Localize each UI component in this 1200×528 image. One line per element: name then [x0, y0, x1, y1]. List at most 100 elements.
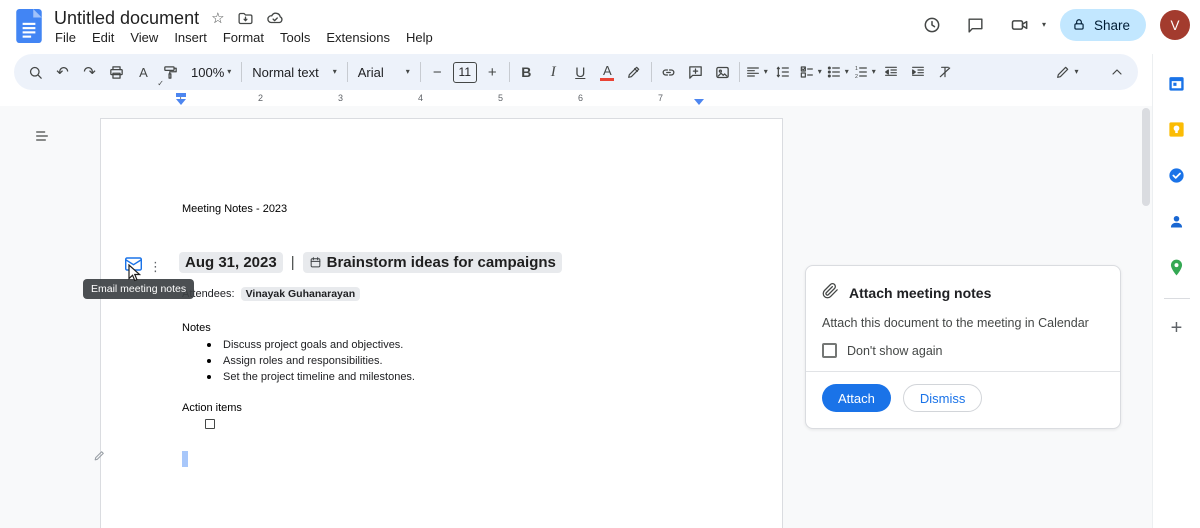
keep-app-icon[interactable]	[1157, 106, 1197, 152]
document-title[interactable]: Untitled document	[54, 8, 199, 29]
increase-font-size-button[interactable]: +	[479, 59, 506, 86]
action-items-heading: Action items	[182, 401, 242, 415]
text-color-button[interactable]: A	[594, 59, 621, 86]
document-page[interactable]: Meeting Notes - 2023 ⋮ Aug 31, 2023 | Br…	[100, 118, 783, 528]
left-indent-marker[interactable]	[176, 99, 186, 105]
menu-help[interactable]: Help	[398, 27, 441, 48]
list-item: Set the project timeline and milestones.	[198, 369, 415, 385]
editing-mode-button[interactable]: ▾	[1045, 59, 1089, 86]
insert-link-button[interactable]	[655, 59, 682, 86]
join-call-button[interactable]: ▾	[1001, 8, 1046, 42]
dont-show-again-checkbox[interactable]	[822, 343, 837, 358]
undo-button[interactable]: ↶	[49, 59, 76, 86]
hide-menus-button[interactable]	[1103, 59, 1130, 86]
share-button[interactable]: Share	[1060, 9, 1146, 41]
meeting-heading-line: Aug 31, 2023 | Brainstorm ideas for camp…	[179, 252, 562, 273]
italic-button[interactable]: I	[540, 59, 567, 86]
paragraph-style-select[interactable]: Normal text▾	[245, 59, 343, 86]
version-history-icon[interactable]	[913, 8, 951, 42]
comments-icon[interactable]	[957, 8, 995, 42]
menu-bar: File Edit View Insert Format Tools Exten…	[47, 27, 441, 48]
attendee-chip[interactable]: Vinayak Guhanarayan	[241, 287, 361, 301]
chevron-down-icon: ▾	[764, 68, 768, 76]
text-cursor-highlight	[182, 451, 188, 467]
lock-icon	[1072, 18, 1086, 32]
notes-list: Discuss project goals and objectives. As…	[198, 337, 415, 385]
chevron-down-icon[interactable]: ▾	[1042, 21, 1046, 29]
cloud-status-icon[interactable]	[266, 9, 284, 27]
add-side-panel-app-icon[interactable]: +	[1157, 305, 1197, 351]
chevron-down-icon: ▾	[227, 68, 231, 76]
menu-view[interactable]: View	[122, 27, 166, 48]
font-family-select[interactable]: Arial▾	[351, 59, 417, 86]
action-item-checkbox[interactable]	[205, 419, 215, 429]
maps-app-icon[interactable]	[1157, 244, 1197, 290]
numbered-list-button[interactable]: 12▾	[851, 59, 878, 86]
date-chip[interactable]: Aug 31, 2023	[179, 252, 283, 273]
align-button[interactable]: ▾	[743, 59, 770, 86]
chevron-down-icon: ▾	[845, 68, 849, 76]
dont-show-again-option: Don't show again	[822, 343, 1104, 358]
increase-indent-button[interactable]	[905, 59, 932, 86]
clear-formatting-button[interactable]	[932, 59, 959, 86]
attach-button[interactable]: Attach	[822, 384, 891, 412]
calendar-event-chip[interactable]: Brainstorm ideas for campaigns	[303, 252, 562, 273]
checkbox-label: Don't show again	[847, 344, 943, 358]
first-line-indent-marker[interactable]	[176, 93, 186, 97]
paperclip-icon	[822, 282, 839, 304]
zoom-select[interactable]: 100%▾	[184, 59, 238, 86]
line-spacing-button[interactable]	[770, 59, 797, 86]
bulleted-list-button[interactable]: ▾	[824, 59, 851, 86]
menu-format[interactable]: Format	[215, 27, 272, 48]
card-description: Attach this document to the meeting in C…	[822, 316, 1104, 330]
right-indent-marker[interactable]	[694, 99, 704, 105]
svg-text:1: 1	[855, 66, 858, 72]
suggest-edit-icon[interactable]	[93, 449, 106, 467]
video-call-icon[interactable]	[1001, 8, 1039, 42]
spellcheck-button[interactable]: A✓	[130, 59, 157, 86]
toolbar: ↶ ↷ A✓ 100%▾ Normal text▾ Arial▾ − 11 + …	[14, 54, 1138, 90]
contacts-app-icon[interactable]	[1157, 198, 1197, 244]
calendar-app-icon[interactable]	[1157, 60, 1197, 106]
highlight-color-button[interactable]	[621, 59, 648, 86]
ruler-number: 7	[658, 93, 663, 103]
menu-file[interactable]: File	[47, 27, 84, 48]
add-comment-button[interactable]	[682, 59, 709, 86]
ruler[interactable]: 1 2 3 4 5 6 7	[0, 92, 1152, 106]
ruler-number: 6	[578, 93, 583, 103]
vertical-scrollbar[interactable]	[1142, 108, 1150, 206]
calendar-icon	[309, 256, 322, 269]
ruler-number: 4	[418, 93, 423, 103]
svg-text:2: 2	[855, 74, 858, 80]
checklist-button[interactable]: ▾	[797, 59, 824, 86]
menu-insert[interactable]: Insert	[166, 27, 215, 48]
dismiss-button[interactable]: Dismiss	[903, 384, 983, 412]
redo-button[interactable]: ↷	[76, 59, 103, 86]
decrease-indent-button[interactable]	[878, 59, 905, 86]
underline-button[interactable]: U	[567, 59, 594, 86]
avatar[interactable]: V	[1160, 10, 1190, 40]
share-label: Share	[1094, 18, 1130, 33]
print-button[interactable]	[103, 59, 130, 86]
move-folder-icon[interactable]	[237, 10, 254, 27]
search-menus-icon[interactable]	[22, 59, 49, 86]
doc-heading: Meeting Notes - 2023	[182, 202, 287, 216]
menu-tools[interactable]: Tools	[272, 27, 318, 48]
menu-edit[interactable]: Edit	[84, 27, 122, 48]
bold-button[interactable]: B	[513, 59, 540, 86]
docs-logo-icon[interactable]	[16, 9, 42, 48]
show-outline-icon[interactable]	[28, 122, 56, 150]
insert-image-button[interactable]	[709, 59, 736, 86]
decrease-font-size-button[interactable]: −	[424, 59, 451, 86]
divider	[806, 371, 1120, 372]
card-title: Attach meeting notes	[849, 285, 991, 301]
star-icon[interactable]: ☆	[211, 9, 224, 27]
attendees-line: Attendees: Vinayak Guhanarayan	[182, 287, 360, 301]
list-item: Discuss project goals and objectives.	[198, 337, 415, 353]
document-canvas: Meeting Notes - 2023 ⋮ Aug 31, 2023 | Br…	[0, 106, 1152, 528]
overflow-menu-icon[interactable]: ⋮	[149, 260, 162, 273]
font-size-input[interactable]: 11	[453, 62, 477, 83]
menu-extensions[interactable]: Extensions	[318, 27, 398, 48]
tasks-app-icon[interactable]	[1157, 152, 1197, 198]
ruler-number: 3	[338, 93, 343, 103]
